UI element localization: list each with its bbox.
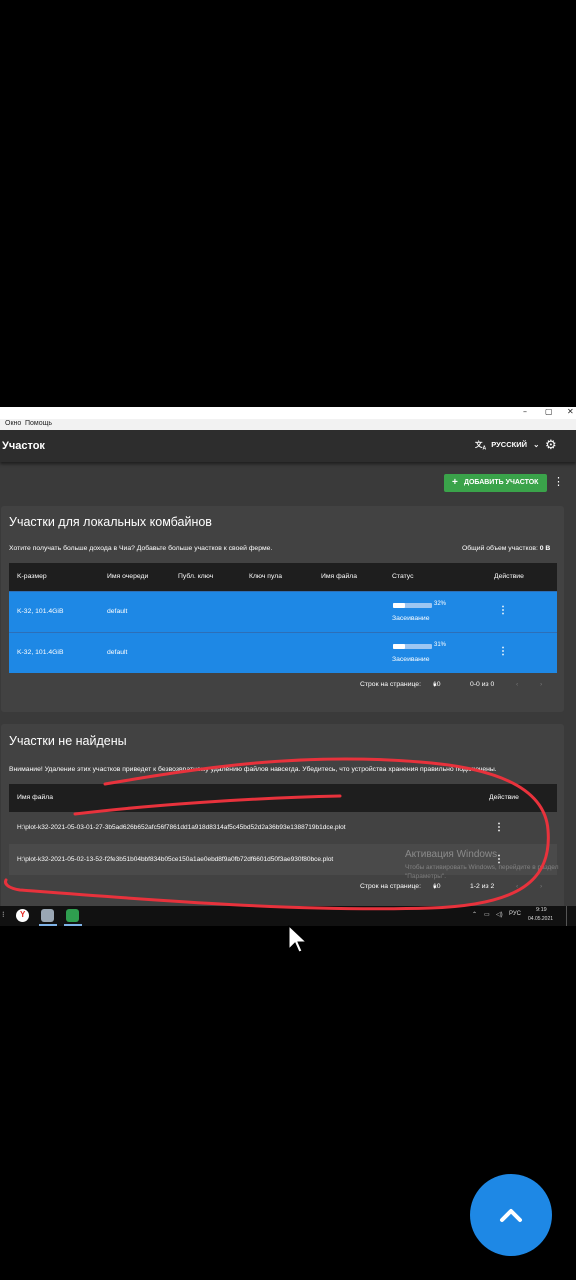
- progress-fill: [393, 644, 406, 649]
- col-pool-key[interactable]: Ключ пула: [249, 573, 282, 580]
- row-filename: H:\plot-k32-2021-05-03-01-27-3b5ad626b65…: [17, 824, 346, 831]
- local-plots-card: Участки для локальных комбайнов Хотите п…: [1, 506, 564, 712]
- col-public-key[interactable]: Публ. ключ: [178, 573, 213, 580]
- windows-taskbar: ⁝ Y ⌃ ▭ ◁) РУС 9:19 04.05.2021: [0, 906, 576, 926]
- chevron-down-icon: ⌄: [533, 440, 540, 449]
- activation-watermark-text: Чтобы активировать Windows, перейдите в …: [405, 864, 559, 880]
- progress-fill: [393, 603, 406, 608]
- not-found-header: Имя файла Действие: [9, 784, 557, 812]
- plotting-progress-bar: [393, 644, 432, 649]
- total-size-value: 0 B: [539, 545, 551, 552]
- yandex-browser-icon[interactable]: Y: [16, 909, 29, 922]
- row-k-size: K-32, 101.4GiB: [17, 649, 64, 656]
- add-plot-button[interactable]: + ДОБАВИТЬ УЧАСТОК: [444, 474, 547, 492]
- close-button[interactable]: ✕: [567, 407, 574, 416]
- gear-icon[interactable]: ⚙: [545, 438, 557, 453]
- row-k-size: K-32, 101.4GiB: [17, 608, 64, 615]
- col-action: Действие: [494, 573, 524, 580]
- local-plots-header: K-размер Имя очереди Публ. ключ Ключ пул…: [9, 563, 557, 591]
- tray-language[interactable]: РУС: [509, 911, 521, 917]
- chia-app: Участок 文A РУССКИЙ ⌄ ⚙ + ДОБАВИТЬ УЧАСТО…: [0, 430, 576, 906]
- total-size: Общий объем участков: 0 B: [462, 545, 550, 552]
- not-found-pager: Строк на странице: 10 ▾ 1-2 из 2 ‹ ›: [1, 883, 576, 897]
- menu-help[interactable]: Помощь: [25, 420, 52, 427]
- minimize-button[interactable]: –: [523, 407, 527, 416]
- not-found-warning: Внимание! Удаление этих участков приведе…: [9, 766, 497, 773]
- plotting-progress-bar: [393, 603, 432, 608]
- local-plots-title: Участки для локальных комбайнов: [9, 515, 212, 529]
- chia-app-icon[interactable]: [66, 909, 79, 922]
- table-row[interactable]: K-32, 101.4GiB default 32% Засеивание ⋮: [9, 591, 557, 632]
- start-icon[interactable]: ⁝: [2, 910, 5, 919]
- col-filename[interactable]: Имя файла: [17, 794, 53, 801]
- activation-watermark-title: Активация Windows: [405, 849, 498, 860]
- active-indicator: [64, 924, 82, 926]
- local-plots-pager: Строк на странице: 10 ▾ 0-0 из 0 ‹ ›: [1, 681, 576, 695]
- row-status: Засеивание: [392, 656, 430, 663]
- rows-per-page-select[interactable]: 10 ▾: [433, 681, 441, 689]
- row-status: Засеивание: [392, 615, 430, 622]
- volume-icon[interactable]: ◁): [496, 911, 503, 918]
- tray-date: 04.05.2021: [528, 916, 554, 922]
- more-options-icon[interactable]: ⋮: [553, 475, 564, 488]
- tray-overflow-icon[interactable]: ⌃: [472, 911, 477, 918]
- table-row[interactable]: K-32, 101.4GiB default 31% Засеивание ⋮: [9, 632, 557, 673]
- next-page-icon[interactable]: ›: [540, 883, 542, 890]
- total-size-label: Общий объем участков:: [462, 545, 538, 552]
- menu-window[interactable]: Окно: [5, 420, 21, 427]
- language-selector[interactable]: 文A РУССКИЙ ⌄: [475, 439, 539, 452]
- col-k-size[interactable]: K-размер: [17, 573, 47, 580]
- rows-per-page-value: 10: [433, 681, 441, 688]
- row-queue: default: [107, 649, 128, 656]
- col-action: Действие: [489, 794, 519, 801]
- menu-bar: Окно Помощь: [0, 419, 576, 430]
- prev-page-icon[interactable]: ‹: [516, 883, 518, 890]
- rows-per-page-label: Строк на странице:: [360, 681, 421, 688]
- chevron-up-icon: [500, 1209, 522, 1222]
- page-range: 1-2 из 2: [470, 883, 495, 890]
- page-range: 0-0 из 0: [470, 681, 495, 688]
- row-actions-icon[interactable]: ⋮: [498, 605, 508, 616]
- window-titlebar: – ▢ ✕: [0, 407, 576, 419]
- rows-per-page-label: Строк на странице:: [360, 883, 421, 890]
- network-icon[interactable]: ▭: [484, 911, 490, 918]
- row-queue: default: [107, 608, 128, 615]
- translate-icon: 文A: [475, 440, 487, 452]
- mouse-cursor-icon: [288, 925, 308, 953]
- language-label: РУССКИЙ: [491, 440, 527, 449]
- show-desktop-button[interactable]: [566, 906, 567, 926]
- next-page-icon[interactable]: ›: [540, 681, 542, 688]
- file-manager-icon[interactable]: [41, 909, 54, 922]
- rows-per-page-select[interactable]: 10 ▾: [433, 883, 441, 891]
- col-status[interactable]: Статус: [392, 573, 414, 580]
- add-plot-label: ДОБАВИТЬ УЧАСТОК: [464, 479, 539, 486]
- rows-per-page-value: 10: [433, 883, 441, 890]
- row-filename: H:\plot-k32-2021-05-02-13-52-f2fe3b51b04…: [17, 856, 334, 863]
- app-bar: Участок 文A РУССКИЙ ⌄ ⚙: [0, 430, 576, 462]
- col-filename[interactable]: Имя файла: [321, 573, 357, 580]
- tray-time: 9:19: [536, 907, 547, 913]
- col-queue[interactable]: Имя очереди: [107, 573, 148, 580]
- row-actions-icon[interactable]: ⋮: [494, 822, 504, 833]
- plus-icon: +: [452, 477, 458, 488]
- not-found-title: Участки не найдены: [9, 734, 127, 748]
- prev-page-icon[interactable]: ‹: [516, 681, 518, 688]
- progress-percent: 32%: [434, 601, 447, 607]
- scroll-to-top-button[interactable]: [470, 1174, 552, 1256]
- progress-percent: 31%: [434, 642, 447, 648]
- table-row[interactable]: H:\plot-k32-2021-05-03-01-27-3b5ad626b65…: [9, 812, 557, 843]
- page-title: Участок: [2, 440, 45, 452]
- maximize-button[interactable]: ▢: [545, 407, 553, 416]
- active-indicator: [39, 924, 57, 926]
- local-plots-info: Хотите получать больше дохода в Чиа? Доб…: [9, 545, 273, 552]
- row-actions-icon[interactable]: ⋮: [498, 646, 508, 657]
